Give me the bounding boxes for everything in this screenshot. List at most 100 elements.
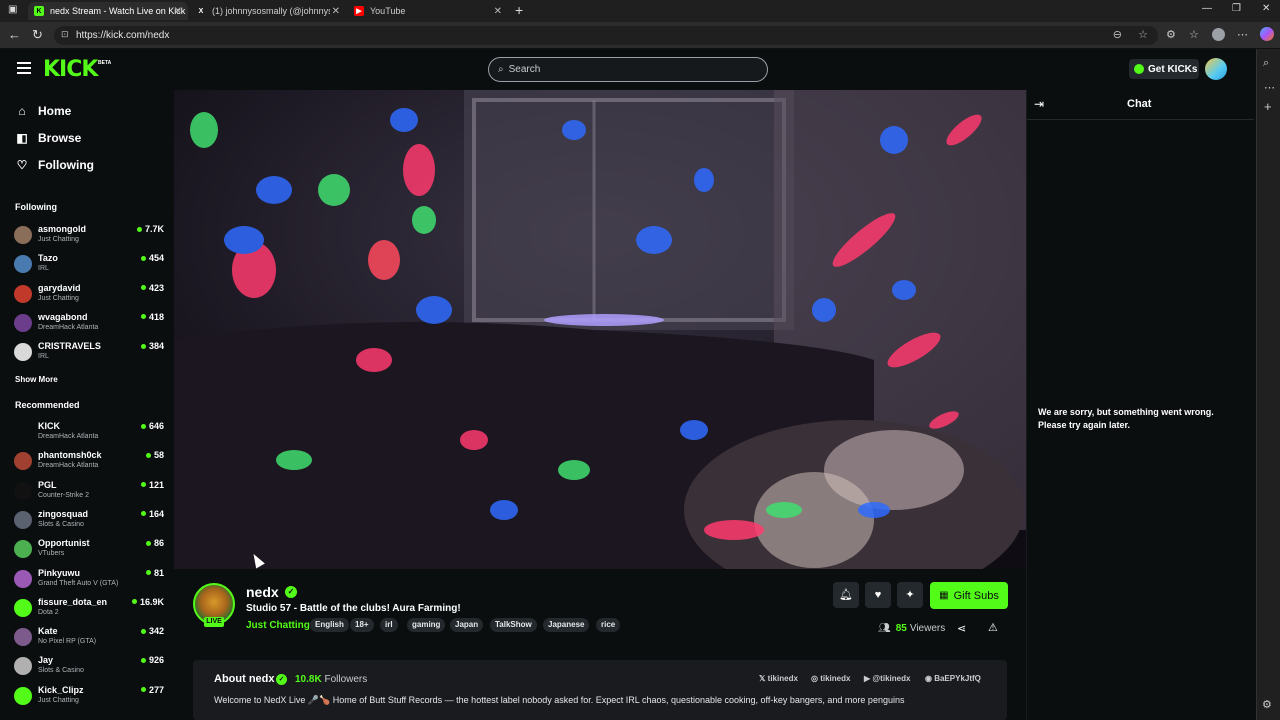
about-panel: About nedx ✓ 10.8K Followers 𝕏 tikinedx … — [193, 660, 1007, 720]
social-youtube-link[interactable]: ▶ @tikinedx — [864, 674, 910, 683]
profile-icon[interactable] — [1212, 28, 1225, 41]
sidebar-channel[interactable]: Tazo IRL 454 — [14, 252, 164, 278]
sidebar-channel[interactable]: asmongold Just Chatting 7.7K — [14, 223, 164, 249]
collapse-chat-icon[interactable]: ⇥ — [1034, 97, 1044, 111]
reader-mode-icon[interactable]: ⊖ — [1113, 28, 1122, 41]
kick-logo[interactable]: KICK — [43, 57, 98, 82]
channel-name[interactable]: nedx — [246, 584, 279, 600]
site-header: KICK BETA ⌕ Search Get KICKs — [0, 49, 1256, 90]
chat-title: Chat — [1127, 98, 1152, 110]
tab-close-icon[interactable]: ✕ — [494, 6, 502, 17]
report-icon[interactable]: ⚠ — [988, 621, 998, 634]
tab-x[interactable]: X (1) johnnysosmally (@johnnysos ✕ — [190, 2, 346, 20]
tab-close-icon[interactable]: ✕ — [174, 6, 182, 17]
sidebar-channel[interactable]: wvagabond DreamHack Atlanta 418 — [14, 311, 164, 337]
stream-category[interactable]: Just Chatting — [246, 620, 310, 631]
sparkle-button[interactable]: ✦ — [897, 582, 923, 608]
live-dot-icon — [140, 423, 146, 429]
live-dot-icon — [145, 452, 151, 458]
tab-youtube[interactable]: ▶ YouTube ✕ — [348, 2, 508, 20]
channel-category: Slots & Casino — [38, 667, 84, 675]
gift-subs-button[interactable]: ▦ Gift Subs — [930, 582, 1008, 609]
tab-kick[interactable]: K nedx Stream - Watch Live on Kick ✕ — [28, 2, 188, 20]
copilot-icon[interactable] — [1260, 27, 1274, 41]
new-tab-icon[interactable]: + — [515, 2, 523, 18]
favorite-star-icon[interactable]: ☆ — [1138, 28, 1148, 41]
heart-icon: ♡ — [16, 158, 28, 172]
sidebar-channel[interactable]: zingosquad Slots & Casino 164 — [14, 508, 164, 534]
live-dot-icon — [140, 314, 146, 320]
tag-chip[interactable]: gaming — [407, 618, 446, 632]
search-input[interactable]: ⌕ Search — [488, 57, 768, 82]
browser-settings-icon[interactable]: ⚙ — [1262, 698, 1272, 711]
channel-name: Tazo — [38, 253, 58, 264]
kick-favicon-icon: K — [34, 6, 44, 16]
notification-button[interactable]: 🔔︎ — [833, 582, 859, 608]
sidebar-channel[interactable]: Kick_Clipz Just Chatting 277 — [14, 684, 164, 710]
follow-button[interactable]: ♥ — [865, 582, 891, 608]
nav-following[interactable]: ♡ Following — [15, 158, 94, 172]
channel-category: Just Chatting — [38, 294, 79, 302]
video-player[interactable] — [174, 90, 1026, 569]
tag-chip[interactable]: rice — [596, 618, 621, 632]
channel-avatar — [14, 226, 32, 244]
channel-name: KICK — [38, 421, 60, 431]
tab-title: (1) johnnysosmally (@johnnysos — [212, 6, 330, 16]
viewer-count: 16.9K — [131, 597, 164, 607]
share-icon[interactable]: ⋖ — [957, 622, 966, 635]
tag-chip[interactable]: 18+ — [350, 618, 374, 632]
tab-title: nedx Stream - Watch Live on Kick — [50, 6, 186, 16]
reload-icon[interactable]: ↻ — [32, 27, 43, 43]
tab-actions-icon[interactable]: ▣ — [8, 4, 17, 15]
social-discord-link[interactable]: ◉ BaEPYkJtfQ — [925, 674, 981, 683]
live-badge: LIVE — [204, 617, 224, 627]
sidebar-channel[interactable]: fissure_dota_en Dota 2 16.9K — [14, 596, 164, 622]
live-dot-icon — [140, 285, 146, 291]
more-menu-icon[interactable]: ⋯ — [1237, 28, 1248, 41]
tab-close-icon[interactable]: ✕ — [332, 6, 340, 17]
url-field[interactable]: ⊡ https://kick.com/nedx ⊖ ☆ — [54, 26, 1158, 45]
sidebar-channel[interactable]: CRISTRAVELS IRL 384 — [14, 340, 164, 366]
live-dot-icon — [140, 511, 146, 517]
channel-avatar — [14, 540, 32, 559]
menu-icon[interactable] — [17, 62, 31, 77]
social-instagram-link[interactable]: ◎ tikinedx — [811, 674, 850, 683]
viewer-number: 342 — [148, 626, 164, 637]
nav-home[interactable]: ⌂ Home — [15, 104, 71, 118]
tag-chip[interactable]: irl — [380, 618, 398, 632]
sidebar-search-icon[interactable]: ⌕ — [1263, 57, 1269, 70]
tag-chip[interactable]: TalkShow — [490, 618, 537, 632]
sidebar-channel[interactable]: PGL Counter-Strike 2 121 — [14, 479, 164, 505]
nav-browse[interactable]: ◧ Browse — [15, 131, 81, 145]
extensions-icon[interactable]: ⚙ — [1166, 28, 1176, 41]
left-sidebar: ⌂ Home ◧ Browse ♡ Following Following as… — [0, 90, 173, 720]
get-kicks-button[interactable]: Get KICKs — [1129, 59, 1199, 79]
social-x-link[interactable]: 𝕏 tikinedx — [759, 674, 798, 683]
sidebar-more-icon[interactable]: ⋯ — [1264, 81, 1275, 94]
sidebar-channel[interactable]: KICK DreamHack Atlanta 646 — [14, 420, 164, 446]
channel-category: Grand Theft Auto V (GTA) — [38, 579, 119, 587]
sidebar-add-icon[interactable]: + — [1264, 99, 1272, 114]
show-more-button[interactable]: Show More — [15, 375, 58, 384]
viewer-number: 164 — [148, 508, 164, 519]
channel-name: CRISTRAVELS — [38, 341, 101, 352]
tag-chip[interactable]: English — [310, 618, 349, 632]
tag-chip[interactable]: Japan — [450, 618, 484, 632]
channel-category: Just Chatting — [38, 236, 79, 243]
sidebar-channel[interactable]: Pinkyuwu Grand Theft Auto V (GTA) 81 — [14, 567, 164, 593]
favorites-icon[interactable]: ☆ — [1189, 28, 1199, 41]
chat-header: ⇥ Chat — [1027, 90, 1254, 120]
sidebar-channel[interactable]: Kate No Pixel RP (GTA) 342 — [14, 625, 164, 651]
user-avatar[interactable] — [1205, 58, 1227, 80]
tag-chip[interactable]: Japanese — [543, 618, 590, 632]
sidebar-channel[interactable]: phantomsh0ck DreamHack Atlanta 58 — [14, 449, 164, 475]
sidebar-channel[interactable]: Opportunist VTubers 86 — [14, 537, 164, 563]
sidebar-channel[interactable]: garydavid Just Chatting 423 — [14, 282, 164, 308]
sidebar-channel[interactable]: Jay Slots & Casino 926 — [14, 654, 164, 680]
site-info-icon[interactable]: ⊡ — [61, 29, 69, 40]
viewer-count: 926 — [140, 655, 164, 665]
close-window-icon[interactable]: ✕ — [1262, 3, 1270, 14]
back-icon[interactable]: ← — [8, 27, 21, 42]
minimize-icon[interactable]: — — [1202, 3, 1212, 14]
maximize-icon[interactable]: ❐ — [1232, 3, 1241, 14]
